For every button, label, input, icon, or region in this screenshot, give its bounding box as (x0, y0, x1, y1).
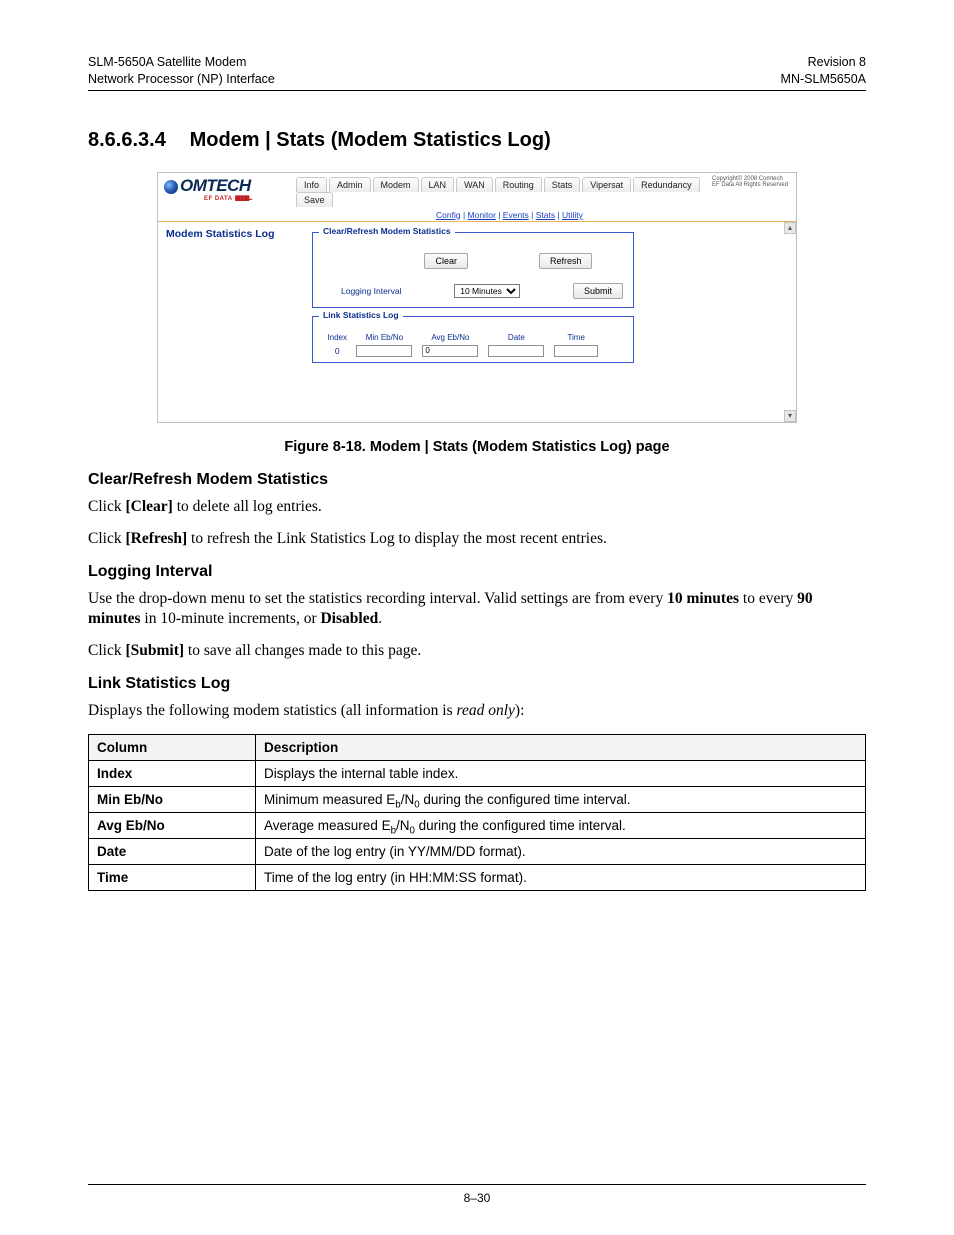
tab-stats[interactable]: Stats (544, 177, 581, 192)
page-title: Modem Statistics Log (166, 228, 294, 240)
tab-wan[interactable]: WAN (456, 177, 493, 192)
tab-routing[interactable]: Routing (495, 177, 542, 192)
header-left-1: SLM-5650A Satellite Modem (88, 54, 275, 71)
cell-avg-ebno (422, 345, 478, 357)
section-title: Modem | Stats (Modem Statistics Log) (190, 129, 551, 151)
screenshot: OMTECH EF DATA ▮▮▮▮▮... Info Admin Modem… (157, 172, 797, 423)
copyright: Copyright© 2008 Comtech EF Data All Righ… (708, 176, 790, 189)
subhead-link-stats-log: Link Statistics Log (88, 675, 866, 693)
fieldset-link-stats-legend: Link Statistics Log (319, 310, 403, 320)
subnav: Config | Monitor | Events | Stats | Util… (436, 210, 708, 220)
col-avg-ebno: Avg Eb/No (417, 331, 483, 344)
logo: OMTECH EF DATA ▮▮▮▮▮... (164, 176, 296, 202)
paragraph: Use the drop-down menu to set the statis… (88, 589, 866, 629)
tab-admin[interactable]: Admin (329, 177, 371, 192)
paragraph: Click [Clear] to delete all log entries. (88, 497, 866, 517)
paragraph: Displays the following modem statistics … (88, 701, 866, 721)
th-column: Column (89, 734, 256, 760)
logo-bars: ▮▮▮▮▮... (235, 195, 252, 202)
col-min-ebno: Min Eb/No (351, 331, 417, 344)
paragraph: Click [Refresh] to refresh the Link Stat… (88, 529, 866, 549)
page-number: 8–30 (464, 1191, 491, 1205)
subhead-logging-interval: Logging Interval (88, 563, 866, 581)
paragraph: Click [Submit] to save all changes made … (88, 641, 866, 661)
figure-caption: Figure 8-18. Modem | Stats (Modem Statis… (88, 439, 866, 455)
tab-info[interactable]: Info (296, 177, 327, 192)
table-row: 0 (323, 344, 603, 358)
table-row: Date Date of the log entry (in YY/MM/DD … (89, 838, 866, 864)
page-header: SLM-5650A Satellite Modem Network Proces… (88, 54, 866, 91)
cell-time (554, 345, 598, 357)
globe-icon (164, 180, 178, 194)
subnav-monitor[interactable]: Monitor (468, 210, 496, 220)
subnav-stats[interactable]: Stats (536, 210, 555, 220)
tab-lan[interactable]: LAN (421, 177, 455, 192)
fieldset-clear-refresh-legend: Clear/Refresh Modem Statistics (319, 226, 455, 236)
cell-date (488, 345, 544, 357)
table-row: Min Eb/No Minimum measured Eb/N0 during … (89, 786, 866, 812)
table-row: Time Time of the log entry (in HH:MM:SS … (89, 864, 866, 890)
table-row: Avg Eb/No Average measured Eb/N0 during … (89, 812, 866, 838)
subnav-utility[interactable]: Utility (562, 210, 583, 220)
scroll-up-icon[interactable]: ▴ (784, 222, 796, 234)
header-right-2: MN-SLM5650A (781, 71, 866, 88)
tab-modem[interactable]: Modem (373, 177, 419, 192)
tab-redundancy[interactable]: Redundancy (633, 177, 700, 192)
th-description: Description (256, 734, 866, 760)
scroll-down-icon[interactable]: ▾ (784, 410, 796, 422)
col-index: Index (323, 331, 351, 344)
cell-min-ebno (356, 345, 412, 357)
refresh-button[interactable]: Refresh (539, 253, 593, 269)
subnav-events[interactable]: Events (503, 210, 529, 220)
col-time: Time (549, 331, 603, 344)
figure: OMTECH EF DATA ▮▮▮▮▮... Info Admin Modem… (88, 172, 866, 455)
logo-sub: EF DATA (204, 196, 232, 202)
logging-interval-select[interactable]: 10 Minutes (454, 284, 520, 298)
tab-vipersat[interactable]: Vipersat (582, 177, 631, 192)
col-date: Date (483, 331, 549, 344)
submit-button[interactable]: Submit (573, 283, 623, 299)
header-left-2: Network Processor (NP) Interface (88, 71, 275, 88)
clear-button[interactable]: Clear (424, 253, 468, 269)
logging-interval-label: Logging Interval (341, 286, 402, 296)
scrollbar[interactable]: ▴ ▾ (784, 222, 796, 422)
page-footer: 8–30 (0, 1184, 954, 1205)
section-heading: 8.6.6.3.4 Modem | Stats (Modem Statistic… (88, 129, 866, 152)
header-right-1: Revision 8 (781, 54, 866, 71)
subnav-config[interactable]: Config (436, 210, 461, 220)
subhead-clear-refresh: Clear/Refresh Modem Statistics (88, 471, 866, 489)
cell-index: 0 (323, 344, 351, 358)
logo-text: OMTECH (180, 176, 251, 195)
description-table: Column Description Index Displays the in… (88, 734, 866, 891)
table-row: Index Displays the internal table index. (89, 760, 866, 786)
section-number: 8.6.6.3.4 (88, 129, 184, 152)
tab-save[interactable]: Save (296, 192, 333, 207)
